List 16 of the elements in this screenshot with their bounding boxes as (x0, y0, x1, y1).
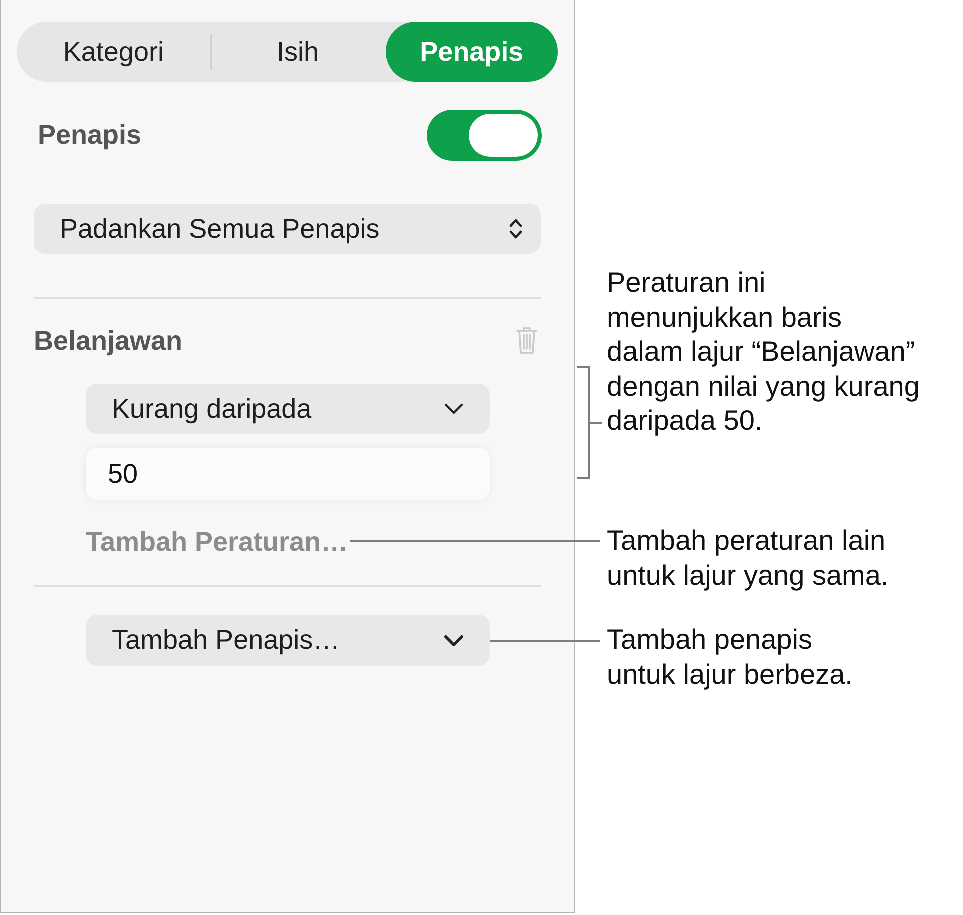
filter-label: Penapis (38, 120, 142, 151)
value-field[interactable]: 50 (86, 448, 490, 500)
match-dropdown[interactable]: Padankan Semua Penapis (34, 204, 541, 254)
toggle-switch[interactable] (427, 110, 542, 161)
callout-text: Peraturan ini menunjukkan baris dalam lajur “Belanjawan” dengan nilai yang kurang daripada 50. (607, 266, 921, 438)
chevron-up-down-icon (509, 218, 523, 240)
chevron-down-icon (444, 403, 464, 415)
callout-text: Tambah peraturan lain untuk lajur yang sama. (607, 524, 890, 593)
add-filter-dropdown[interactable]: Tambah Penapis… (86, 615, 490, 666)
tab[interactable]: Isih (210, 22, 386, 82)
condition-dropdown[interactable]: Kurang daripada (86, 384, 490, 434)
column-label: Belanjawan (34, 326, 183, 356)
trash-icon (516, 327, 538, 355)
callout-text: Tambah penapis untuk lajur berbeza. (607, 623, 854, 692)
chevron-down-icon (444, 634, 464, 646)
tab[interactable]: Kategori (17, 22, 210, 82)
